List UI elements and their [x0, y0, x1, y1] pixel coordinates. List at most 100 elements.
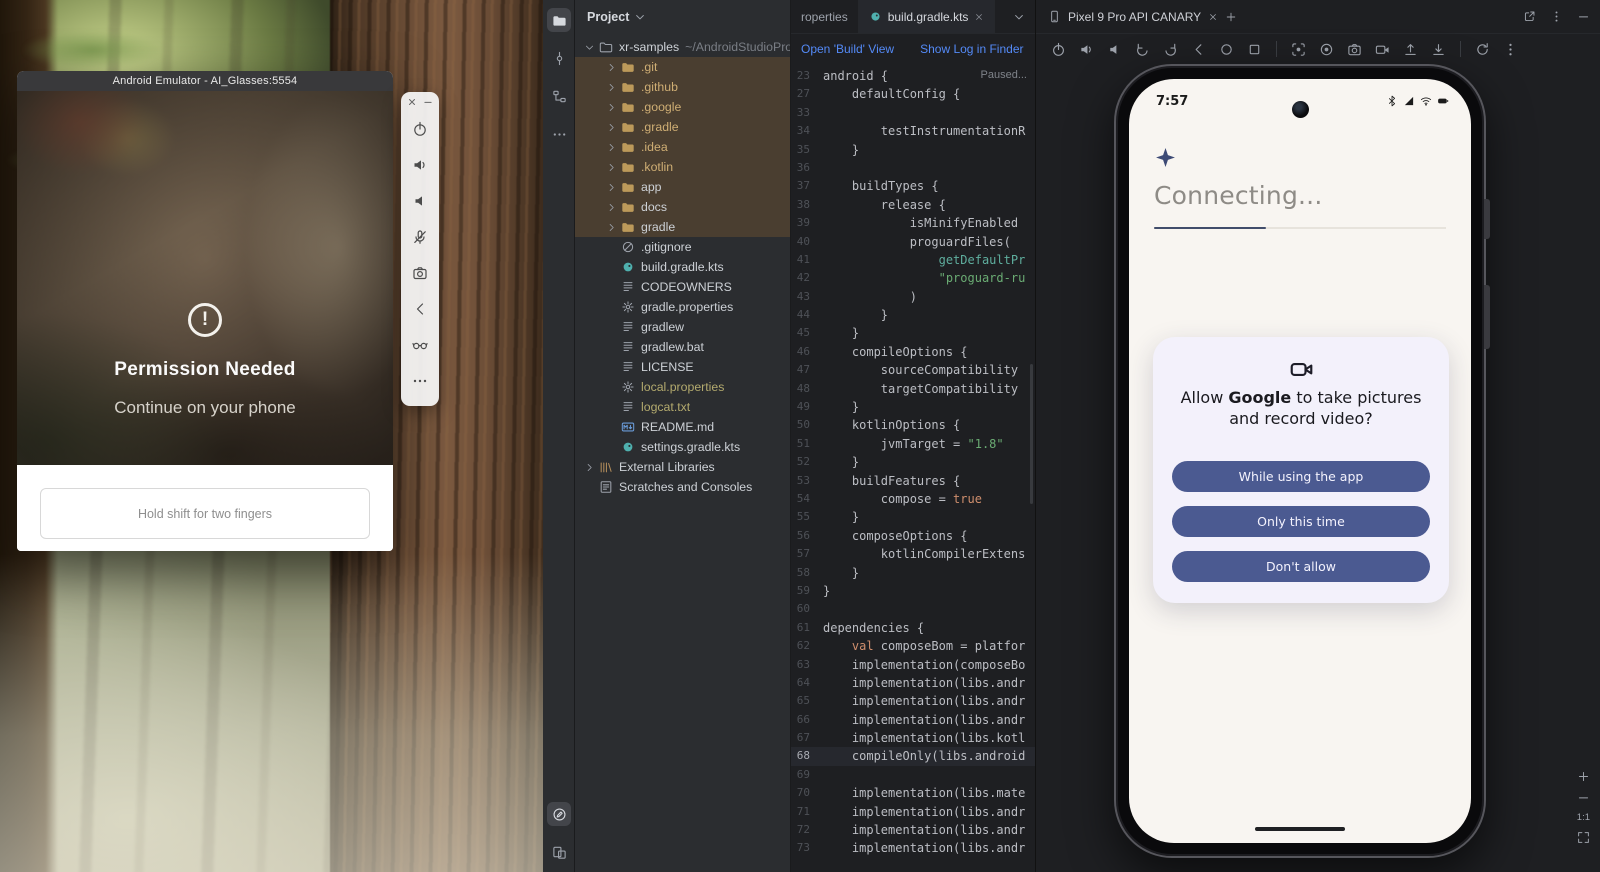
- code-line[interactable]: 38 release {: [791, 196, 1035, 214]
- overview-icon[interactable]: [1244, 38, 1265, 60]
- code-line[interactable]: 50 kotlinOptions {: [791, 416, 1035, 434]
- line-number[interactable]: 73: [791, 839, 823, 857]
- code-line[interactable]: 66 implementation(libs.andr: [791, 711, 1035, 729]
- tree-item[interactable]: .git: [575, 57, 790, 77]
- tree-item[interactable]: .gradle: [575, 117, 790, 137]
- code-line[interactable]: 34 testInstrumentationR: [791, 122, 1035, 140]
- editor-scrollbar[interactable]: [1030, 364, 1033, 504]
- line-number[interactable]: 55: [791, 508, 823, 526]
- code-line[interactable]: 61dependencies {: [791, 619, 1035, 637]
- chevron-icon[interactable]: [581, 462, 597, 473]
- structure-icon[interactable]: [547, 84, 571, 108]
- close-tab-icon[interactable]: [974, 12, 984, 22]
- chevron-icon[interactable]: [603, 102, 619, 113]
- screenshot-icon[interactable]: [1288, 38, 1309, 60]
- code-line[interactable]: 46 compileOptions {: [791, 343, 1035, 361]
- power-icon[interactable]: [405, 111, 435, 147]
- tree-item[interactable]: README.md: [575, 417, 790, 437]
- line-number[interactable]: 68: [791, 747, 823, 765]
- line-number[interactable]: 27: [791, 85, 823, 103]
- more-h-icon[interactable]: [547, 122, 571, 146]
- code-line[interactable]: 65 implementation(libs.andr: [791, 692, 1035, 710]
- tree-item[interactable]: app: [575, 177, 790, 197]
- tree-item[interactable]: xr-samples~/AndroidStudioProj: [575, 37, 790, 57]
- line-number[interactable]: 59: [791, 582, 823, 600]
- line-number[interactable]: 46: [791, 343, 823, 361]
- line-number[interactable]: 23: [791, 67, 823, 85]
- device-tab-label[interactable]: Pixel 9 Pro API CANARY: [1068, 10, 1201, 24]
- code-line[interactable]: 71 implementation(libs.andr: [791, 803, 1035, 821]
- code-line[interactable]: 45 }: [791, 324, 1035, 342]
- tree-item[interactable]: CODEOWNERS: [575, 277, 790, 297]
- code-line[interactable]: 53 buildFeatures {: [791, 472, 1035, 490]
- line-number[interactable]: 45: [791, 324, 823, 342]
- rotate-left-icon[interactable]: [1132, 38, 1153, 60]
- home-icon[interactable]: [1216, 38, 1237, 60]
- line-number[interactable]: 72: [791, 821, 823, 839]
- tab-build-gradle-kts[interactable]: build.gradle.kts: [859, 0, 996, 33]
- code-line[interactable]: 37 buildTypes {: [791, 177, 1035, 195]
- code-line[interactable]: 40 proguardFiles(: [791, 233, 1035, 251]
- line-number[interactable]: 49: [791, 398, 823, 416]
- code-line[interactable]: 62 val composeBom = platfor: [791, 637, 1035, 655]
- tree-item[interactable]: gradlew: [575, 317, 790, 337]
- show-log-in-finder-link[interactable]: Show Log in Finder: [920, 42, 1023, 56]
- line-number[interactable]: 69: [791, 766, 823, 784]
- line-number[interactable]: 34: [791, 122, 823, 140]
- line-number[interactable]: 52: [791, 453, 823, 471]
- glasses-icon[interactable]: [405, 327, 435, 363]
- tab-gradle-properties[interactable]: roperties: [791, 0, 859, 33]
- line-number[interactable]: 53: [791, 472, 823, 490]
- emulator-screen[interactable]: ! Permission Needed Continue on your pho…: [17, 91, 393, 465]
- project-panel-header[interactable]: Project: [575, 0, 790, 34]
- line-number[interactable]: 41: [791, 251, 823, 269]
- line-number[interactable]: 51: [791, 435, 823, 453]
- video-icon[interactable]: [1372, 38, 1393, 60]
- chevron-icon[interactable]: [581, 42, 597, 53]
- kebab-icon[interactable]: [1500, 38, 1521, 60]
- line-number[interactable]: 54: [791, 490, 823, 508]
- tree-item[interactable]: Scratches and Consoles: [575, 477, 790, 497]
- tree-item[interactable]: settings.gradle.kts: [575, 437, 790, 457]
- volume-down-icon[interactable]: [405, 183, 435, 219]
- line-number[interactable]: 36: [791, 159, 823, 177]
- code-line[interactable]: 63 implementation(composeBo: [791, 656, 1035, 674]
- code-line[interactable]: 68 compileOnly(libs.android: [791, 747, 1035, 765]
- line-number[interactable]: 58: [791, 564, 823, 582]
- tree-item[interactable]: .idea: [575, 137, 790, 157]
- chevron-icon[interactable]: [603, 82, 619, 93]
- add-device-tab-icon[interactable]: [1225, 11, 1237, 23]
- mic-off-icon[interactable]: [405, 219, 435, 255]
- line-number[interactable]: 35: [791, 141, 823, 159]
- tree-item[interactable]: logcat.txt: [575, 397, 790, 417]
- tree-item[interactable]: .github: [575, 77, 790, 97]
- commit-icon[interactable]: [547, 46, 571, 70]
- line-number[interactable]: 63: [791, 656, 823, 674]
- code-editor[interactable]: Paused... 23android {27 defaultConfig {3…: [791, 64, 1035, 872]
- permission-button[interactable]: While using the app: [1172, 461, 1430, 492]
- minimize-icon[interactable]: [1577, 10, 1590, 23]
- line-number[interactable]: 44: [791, 306, 823, 324]
- line-number[interactable]: 62: [791, 637, 823, 655]
- code-line[interactable]: 42 "proguard-ru: [791, 269, 1035, 287]
- open-build-view-link[interactable]: Open 'Build' View: [801, 42, 894, 56]
- code-line[interactable]: 69: [791, 766, 1035, 784]
- chevron-icon[interactable]: [603, 222, 619, 233]
- code-line[interactable]: 59}: [791, 582, 1035, 600]
- code-line[interactable]: 64 implementation(libs.andr: [791, 674, 1035, 692]
- code-line[interactable]: 49 }: [791, 398, 1035, 416]
- code-line[interactable]: 56 composeOptions {: [791, 527, 1035, 545]
- chevron-icon[interactable]: [603, 62, 619, 73]
- tree-item[interactable]: gradlew.bat: [575, 337, 790, 357]
- line-number[interactable]: 50: [791, 416, 823, 434]
- code-line[interactable]: 39 isMinifyEnabled: [791, 214, 1035, 232]
- line-number[interactable]: 42: [791, 269, 823, 287]
- code-line[interactable]: 27 defaultConfig {: [791, 85, 1035, 103]
- power-icon[interactable]: [1048, 38, 1069, 60]
- rotate-right-icon[interactable]: [1160, 38, 1181, 60]
- chevron-icon[interactable]: [603, 182, 619, 193]
- code-line[interactable]: 51 jvmTarget = "1.8": [791, 435, 1035, 453]
- code-line[interactable]: 35 }: [791, 141, 1035, 159]
- code-line[interactable]: 52 }: [791, 453, 1035, 471]
- code-line[interactable]: 41 getDefaultPr: [791, 251, 1035, 269]
